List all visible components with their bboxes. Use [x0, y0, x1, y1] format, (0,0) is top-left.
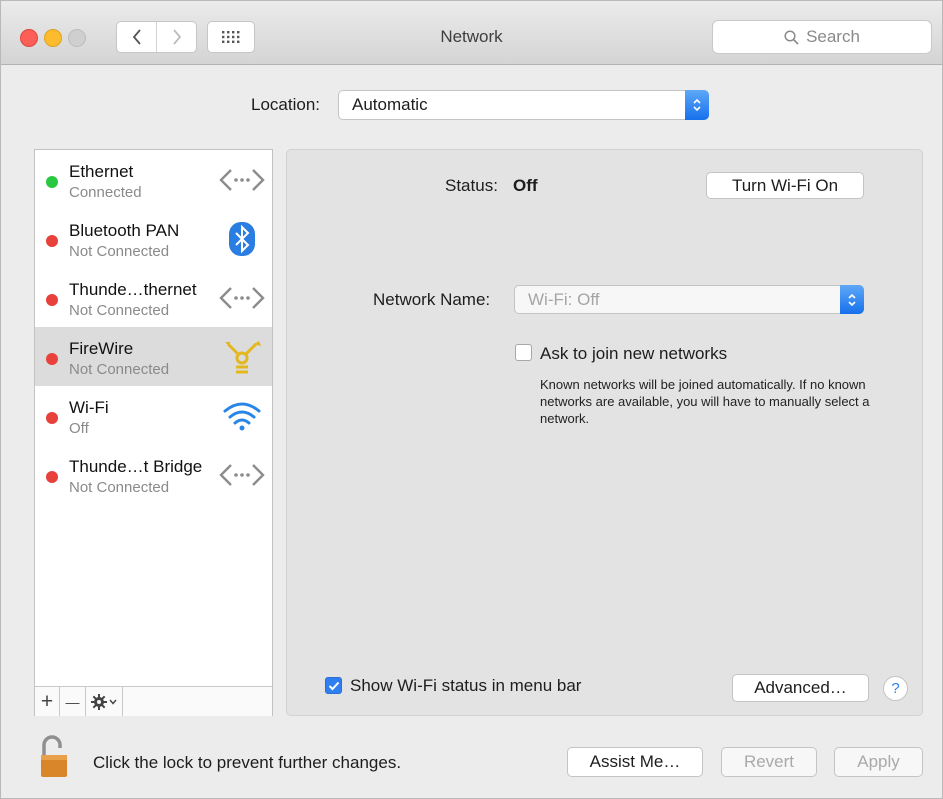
wifi-icon [223, 402, 261, 431]
advanced-button[interactable]: Advanced… [732, 674, 869, 702]
network-name-label: Network Name: [373, 290, 491, 309]
unlocked-lock-icon[interactable] [39, 735, 71, 779]
help-button[interactable]: ? [883, 676, 908, 701]
network-name-value: Wi-Fi: Off [528, 290, 600, 309]
service-item-ethernet[interactable]: Ethernet Connected [35, 150, 272, 209]
status-value: Off [513, 176, 538, 195]
service-status: Not Connected [69, 361, 170, 378]
location-select[interactable]: Automatic [338, 90, 709, 120]
ethernet-icon [219, 169, 265, 191]
chevron-down-icon [109, 699, 117, 705]
status-dot [46, 294, 58, 306]
service-status: Off [69, 420, 89, 437]
service-item-firewire[interactable]: FireWire Not Connected [35, 327, 272, 386]
service-status: Connected [69, 184, 142, 201]
assist-me-button[interactable]: Assist Me… [567, 747, 703, 777]
apply-button[interactable]: Apply [834, 747, 923, 777]
remove-label: — [65, 693, 80, 710]
location-value: Automatic [352, 95, 428, 114]
action-menu-button[interactable] [86, 687, 123, 716]
detail-panel [286, 149, 923, 716]
service-name: Wi-Fi [69, 398, 109, 417]
ethernet-icon [219, 287, 265, 309]
remove-service-button[interactable]: — [60, 687, 86, 716]
bluetooth-icon [229, 222, 255, 256]
select-arrows-icon [840, 285, 864, 314]
show-wifi-status-checkbox[interactable] [325, 677, 342, 694]
firewire-icon [225, 341, 261, 374]
ask-to-join-description: Known networks will be joined automatica… [540, 377, 870, 426]
add-service-button[interactable]: + [35, 687, 60, 716]
service-status: Not Connected [69, 243, 170, 260]
service-item-thunderbolt-ethernet[interactable]: Thunde…thernet Not Connected [35, 268, 272, 327]
service-status: Not Connected [69, 302, 170, 319]
network-name-select[interactable]: Wi-Fi: Off [514, 285, 864, 314]
service-item-bluetooth-pan[interactable]: Bluetooth PAN Not Connected [35, 209, 272, 268]
status-dot [46, 353, 58, 365]
checkmark-icon [328, 681, 339, 690]
ask-to-join-label: Ask to join new networks [540, 344, 728, 363]
ask-to-join-checkbox[interactable] [515, 344, 532, 361]
search-icon [784, 29, 799, 45]
status-dot [46, 412, 58, 424]
select-arrows-icon [685, 90, 709, 120]
status-dot [46, 176, 58, 188]
status-dot [46, 471, 58, 483]
service-name: Thunde…t Bridge [69, 457, 203, 476]
location-label: Location: [251, 95, 320, 114]
service-name: Bluetooth PAN [69, 221, 180, 240]
ethernet-icon [219, 464, 265, 486]
status-label: Status: [445, 176, 498, 195]
search-field[interactable]: Search [712, 20, 932, 54]
service-status: Not Connected [69, 479, 170, 496]
gear-icon [91, 693, 107, 710]
service-item-thunderbolt-bridge[interactable]: Thunde…t Bridge Not Connected [35, 445, 272, 504]
service-list-toolbar: + — [35, 686, 272, 716]
revert-button[interactable]: Revert [721, 747, 817, 777]
show-wifi-status-label: Show Wi-Fi status in menu bar [350, 676, 582, 695]
service-item-wifi[interactable]: Wi-Fi Off [35, 386, 272, 445]
service-name: Thunde…thernet [69, 280, 197, 299]
add-label: + [40, 689, 54, 713]
service-list: Ethernet Connected Bluetooth PAN Not Con… [34, 149, 273, 716]
turn-wifi-on-button[interactable]: Turn Wi-Fi On [706, 172, 864, 199]
search-placeholder: Search [806, 27, 860, 46]
service-name: Ethernet [69, 162, 134, 181]
help-label: ? [891, 680, 900, 697]
title-bar: Network Search [1, 1, 942, 65]
lock-message: Click the lock to prevent further change… [93, 753, 402, 772]
network-preferences-window: Network Search Location: Automatic Ether… [0, 0, 943, 799]
status-dot [46, 235, 58, 247]
service-name: FireWire [69, 339, 134, 358]
